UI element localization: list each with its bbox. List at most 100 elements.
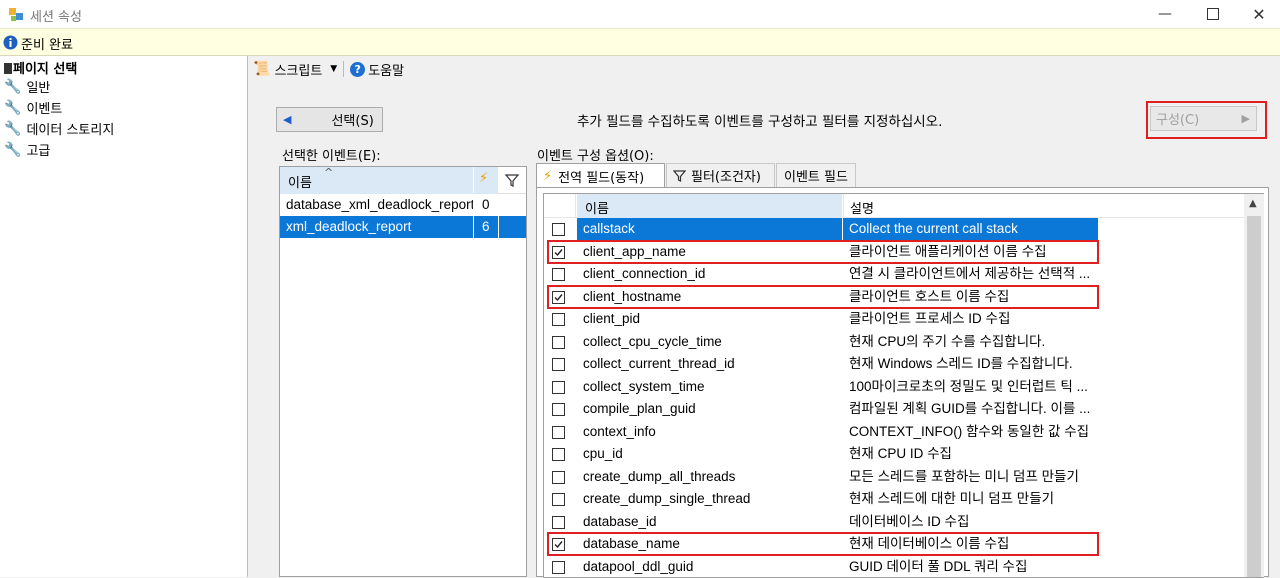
sort-ascending-icon: ^	[621, 156, 631, 169]
field-checkbox[interactable]	[552, 471, 565, 484]
tab-label: 이벤트 필드	[784, 170, 848, 185]
script-dropdown-icon[interactable]: ▼	[330, 64, 337, 74]
sidebar-item-label: 고급	[26, 144, 51, 159]
close-button[interactable]: ✕	[1236, 0, 1280, 28]
field-name: collect_cpu_cycle_time	[583, 334, 722, 349]
checkbox-cell	[544, 331, 576, 353]
table-row[interactable]: client_app_name 클라이언트 애플리케이션 이름 수집	[544, 240, 1244, 264]
field-name: cpu_id	[583, 446, 623, 461]
tab-event-fields[interactable]: 이벤트 필드	[776, 163, 856, 187]
field-description: 클라이언트 프로세스 ID 수집	[849, 311, 1011, 326]
field-description: 현재 CPU의 주기 수를 수집합니다.	[849, 334, 1046, 349]
table-row[interactable]: database_xml_deadlock_report 0	[280, 194, 526, 216]
column-header-count[interactable]: ⚡	[474, 167, 498, 194]
table-row[interactable]: database_name 현재 데이터베이스 이름 수집	[544, 532, 1244, 556]
table-row[interactable]: database_id 데이터베이스 ID 수집	[544, 511, 1244, 533]
scroll-up-icon[interactable]: ▲	[1249, 198, 1257, 209]
field-checkbox[interactable]	[552, 223, 565, 236]
maximize-button[interactable]	[1190, 0, 1236, 28]
table-row[interactable]: collect_current_thread_id 현재 Windows 스레드 …	[544, 353, 1244, 375]
table-row[interactable]: client_pid 클라이언트 프로세스 ID 수집	[544, 308, 1244, 330]
table-row[interactable]: client_connection_id 연결 시 클라이언트에서 제공하는 선택…	[544, 263, 1244, 285]
table-row[interactable]: callstack Collect the current call stack	[544, 218, 1244, 240]
help-button[interactable]: ? 도움말	[350, 60, 404, 79]
field-checkbox[interactable]	[552, 403, 565, 416]
global-fields-panel: 이름 설명 callstack Collect the current call …	[536, 187, 1269, 578]
vertical-scrollbar[interactable]: ▲	[1244, 194, 1264, 577]
page-selector: 페이지 선택 🔧 일반 🔧 이벤트 🔧 데이터 스토리지 🔧 고급	[0, 56, 248, 577]
field-name: create_dump_single_thread	[583, 491, 751, 506]
table-row[interactable]: compile_plan_guid 컴파일된 계획 GUID를 수집합니다. 이를…	[544, 398, 1244, 420]
tab-label: 전역 필드(동작)	[558, 170, 645, 186]
column-header-name[interactable]: 이름	[577, 194, 842, 218]
field-name: client_app_name	[583, 244, 686, 259]
table-row[interactable]: create_dump_single_thread 현재 스레드에 대한 미니 덤…	[544, 488, 1244, 510]
table-header: 이름 설명	[544, 194, 1244, 218]
script-label: 스크립트	[274, 63, 323, 79]
field-checkbox[interactable]	[552, 448, 565, 461]
column-header-filter[interactable]	[499, 167, 526, 194]
table-row[interactable]: datapool_ddl_guid GUID 데이터 풀 DDL 쿼리 수집	[544, 556, 1244, 578]
title-bar: 세션 속성 — ✕	[0, 0, 1280, 28]
help-icon: ?	[350, 61, 366, 77]
tab-global-fields[interactable]: ⚡ 전역 필드(동작) ^	[536, 156, 665, 188]
table-row[interactable]: collect_cpu_cycle_time 현재 CPU의 주기 수를 수집합니…	[544, 331, 1244, 353]
table-row[interactable]: collect_system_time 100마이크로초의 정밀도 및 인터럽트 …	[544, 376, 1244, 398]
wrench-icon: 🔧	[4, 99, 22, 116]
table-row-selected[interactable]: xml_deadlock_report 6	[280, 216, 526, 238]
close-icon: ✕	[1252, 4, 1266, 24]
sidebar-item-label: 일반	[26, 81, 51, 96]
field-checkbox[interactable]	[552, 291, 565, 304]
script-button[interactable]: 📜 스크립트	[253, 60, 322, 79]
field-checkbox[interactable]	[552, 313, 565, 326]
event-count: 0	[482, 197, 490, 212]
table-row[interactable]: create_dump_all_threads 모든 스레드를 포함하는 미니 덤…	[544, 466, 1244, 488]
field-checkbox[interactable]	[552, 268, 565, 281]
checkbox-cell	[544, 511, 576, 533]
column-header-label: 이름	[585, 202, 609, 217]
left-arrow-icon: ◀	[283, 113, 292, 126]
sidebar-item-events[interactable]: 🔧 이벤트	[4, 97, 62, 118]
checkmark-icon	[554, 249, 563, 257]
field-name: collect_current_thread_id	[583, 356, 735, 371]
field-name: collect_system_time	[583, 379, 705, 394]
table-row[interactable]: client_hostname 클라이언트 호스트 이름 수집	[544, 285, 1244, 309]
checkbox-cell	[544, 376, 576, 398]
column-header-name[interactable]: 이름 ^	[280, 166, 473, 194]
checkbox-cell	[544, 286, 576, 308]
column-header-check	[544, 194, 576, 218]
field-checkbox[interactable]	[552, 561, 565, 574]
field-checkbox[interactable]	[552, 426, 565, 439]
field-checkbox[interactable]	[552, 358, 565, 371]
status-text: 준비 완료	[21, 38, 73, 53]
sidebar-item-advanced[interactable]: 🔧 고급	[4, 139, 50, 160]
field-name: database_name	[583, 536, 680, 551]
table-row[interactable]: context_info CONTEXT_INFO() 함수와 동일한 값 수집	[544, 421, 1244, 443]
field-name: create_dump_all_threads	[583, 469, 736, 484]
sidebar-item-data-storage[interactable]: 🔧 데이터 스토리지	[4, 118, 114, 139]
checkbox-cell	[544, 241, 576, 263]
checkbox-cell	[544, 488, 576, 510]
tab-filter[interactable]: 필터(조건자)	[666, 163, 775, 187]
field-name: client_connection_id	[583, 266, 706, 281]
configure-button[interactable]: 구성(C) ▶	[1150, 106, 1257, 131]
sidebar-item-label: 이벤트	[26, 102, 63, 117]
column-header-desc[interactable]: 설명	[843, 194, 1098, 218]
select-button[interactable]: ◀ 선택(S)	[276, 107, 383, 132]
field-checkbox[interactable]	[552, 336, 565, 349]
field-description: CONTEXT_INFO() 함수와 동일한 값 수집	[849, 424, 1090, 439]
field-checkbox[interactable]	[552, 538, 565, 551]
lightning-icon: ⚡	[479, 171, 489, 186]
sidebar-item-general[interactable]: 🔧 일반	[4, 76, 50, 97]
minimize-button[interactable]: —	[1142, 0, 1188, 28]
field-name: context_info	[583, 424, 656, 439]
scrollbar-thumb[interactable]	[1247, 216, 1261, 577]
checkbox-cell	[544, 533, 576, 555]
field-checkbox[interactable]	[552, 516, 565, 529]
field-checkbox[interactable]	[552, 381, 565, 394]
field-description: 현재 데이터베이스 이름 수집	[849, 536, 1010, 551]
checkmark-icon	[554, 541, 563, 549]
field-checkbox[interactable]	[552, 493, 565, 506]
field-checkbox[interactable]	[552, 246, 565, 259]
table-row[interactable]: cpu_id 현재 CPU ID 수집	[544, 443, 1244, 465]
